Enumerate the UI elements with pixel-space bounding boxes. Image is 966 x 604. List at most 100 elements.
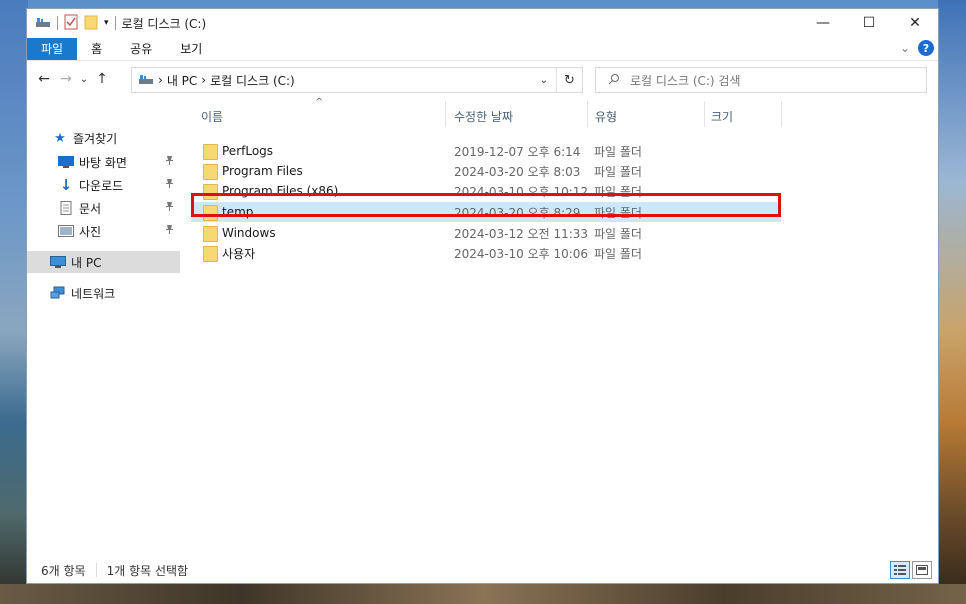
folder-icon	[203, 246, 218, 262]
sidebar-item-desktop[interactable]: 바탕 화면	[57, 151, 180, 173]
folder-icon	[203, 144, 218, 160]
column-divider[interactable]	[704, 101, 705, 127]
tab-file[interactable]: 파일	[27, 37, 78, 60]
up-button[interactable]: ↑	[91, 68, 113, 90]
sidebar-item-pictures[interactable]: 사진	[57, 220, 180, 242]
sidebar-item-quick-access[interactable]: ★ 즐겨찾기	[51, 127, 180, 149]
search-icon	[608, 73, 620, 88]
file-name: 사용자	[222, 246, 256, 261]
pin-icon[interactable]	[165, 201, 174, 215]
breadcrumb-local-disk[interactable]: 로컬 디스크 (C:)	[210, 72, 295, 89]
file-type: 파일 폴더	[594, 226, 642, 241]
desktop-wallpaper-bottom	[0, 584, 966, 604]
column-header-type[interactable]: 유형	[595, 105, 617, 127]
tab-view[interactable]: 보기	[166, 38, 216, 60]
tab-share[interactable]: 공유	[116, 38, 166, 60]
column-header-size[interactable]: 크기	[711, 105, 733, 127]
sidebar-item-label: 내 PC	[71, 255, 102, 270]
file-date: 2024-03-12 오전 11:33	[454, 226, 589, 241]
properties-icon[interactable]	[64, 14, 78, 33]
ribbon-controls: ⌄ ?	[900, 40, 934, 56]
sidebar-item-label: 네트워크	[71, 286, 116, 301]
breadcrumb-this-pc[interactable]: 내 PC	[167, 72, 197, 89]
new-folder-icon[interactable]	[84, 14, 98, 33]
status-bar: 6개 항목 1개 항목 선택함	[27, 557, 940, 583]
desktop-wallpaper-right	[938, 0, 966, 604]
folder-icon	[203, 226, 218, 242]
quick-access-toolbar: ▾	[35, 14, 116, 33]
status-divider	[95, 563, 97, 577]
expand-ribbon-icon[interactable]: ⌄	[900, 41, 910, 55]
help-icon[interactable]: ?	[918, 40, 934, 56]
pin-icon[interactable]	[165, 224, 174, 238]
computer-icon	[49, 255, 67, 269]
column-header-name[interactable]: 이름	[201, 105, 223, 127]
file-row-users[interactable]: 사용자 2024-03-10 오후 10:06 파일 폴더	[191, 243, 781, 263]
sidebar-item-label: 사진	[79, 224, 102, 239]
sidebar-item-label: 바탕 화면	[79, 155, 127, 170]
star-icon: ★	[54, 130, 66, 146]
minimize-button[interactable]: —	[800, 9, 846, 37]
desktop-icon	[57, 156, 75, 168]
file-row-perflogs[interactable]: PerfLogs 2019-12-07 오후 6:14 파일 폴더	[191, 141, 781, 161]
sort-ascending-icon: ^	[315, 97, 324, 108]
window-controls: — ☐ ✕	[800, 9, 938, 37]
file-row-program-files[interactable]: Program Files 2024-03-20 오후 8:03 파일 폴더	[191, 161, 781, 181]
sidebar-item-label: 문서	[79, 201, 102, 216]
pin-icon[interactable]	[165, 178, 174, 192]
download-icon: ↓	[59, 176, 73, 194]
sidebar-item-network[interactable]: 네트워크	[49, 282, 180, 304]
file-date: 2024-03-10 오후 10:06	[454, 246, 589, 261]
large-icons-view-button[interactable]	[912, 561, 932, 579]
search-input[interactable]: 로컬 디스크 (C:) 검색	[595, 67, 927, 93]
navigation-pane: ★ 즐겨찾기 바탕 화면 ↓ 다운로드 문서 사진 내 PC 네트워크	[27, 97, 183, 553]
details-view-button[interactable]	[890, 561, 910, 579]
folder-icon	[203, 164, 218, 180]
navigation-bar: ← → ⌄ ↑ › 내 PC › 로컬 디스크 (C:) ⌄ ↻ 로컬 디스크 …	[27, 61, 938, 97]
drive-icon	[138, 73, 154, 88]
address-bar[interactable]: › 내 PC › 로컬 디스크 (C:) ⌄ ↻	[131, 67, 583, 93]
ribbon-tabs: 파일 홈 공유 보기 ⌄ ?	[27, 37, 938, 61]
title-bar: ▾ 로컬 디스크 (C:) — ☐ ✕	[27, 9, 938, 37]
toolbar-divider	[57, 16, 58, 30]
file-name: PerfLogs	[222, 144, 274, 158]
tab-home[interactable]: 홈	[77, 38, 116, 60]
file-type: 파일 폴더	[594, 164, 642, 179]
breadcrumb-separator[interactable]: ›	[158, 73, 163, 87]
file-list: ^ 이름 수정한 날짜 유형 크기 PerfLogs 2019-12-07 오후…	[183, 97, 938, 553]
column-divider[interactable]	[781, 101, 782, 127]
window-title: 로컬 디스크 (C:)	[121, 16, 207, 31]
close-button[interactable]: ✕	[892, 9, 938, 37]
selection-count: 1개 항목 선택함	[106, 563, 189, 578]
file-name: Windows	[222, 226, 276, 240]
file-name: Program Files	[222, 164, 303, 178]
drive-icon[interactable]	[35, 16, 51, 31]
forward-button[interactable]: →	[55, 68, 77, 90]
sidebar-item-downloads[interactable]: ↓ 다운로드	[57, 174, 180, 196]
file-date: 2024-03-20 오후 8:03	[454, 164, 581, 179]
maximize-button[interactable]: ☐	[846, 9, 892, 37]
document-icon	[57, 201, 75, 215]
back-button[interactable]: ←	[33, 68, 55, 90]
breadcrumb-separator[interactable]: ›	[201, 73, 206, 87]
column-divider[interactable]	[587, 101, 588, 127]
sidebar-item-label: 다운로드	[79, 178, 124, 193]
customize-dropdown-icon[interactable]: ▾	[104, 18, 109, 28]
column-divider[interactable]	[445, 101, 446, 127]
column-header-date[interactable]: 수정한 날짜	[454, 105, 513, 127]
address-dropdown-button[interactable]: ⌄	[532, 68, 556, 92]
file-row-windows[interactable]: Windows 2024-03-12 오전 11:33 파일 폴더	[191, 223, 781, 243]
pin-icon[interactable]	[165, 155, 174, 169]
refresh-button[interactable]: ↻	[556, 68, 582, 92]
picture-icon	[57, 225, 75, 237]
view-switcher	[890, 561, 932, 579]
file-type: 파일 폴더	[594, 246, 642, 261]
sidebar-item-label: 즐겨찾기	[73, 131, 118, 146]
file-explorer-window: ▾ 로컬 디스크 (C:) — ☐ ✕ 파일 홈 공유 보기 ⌄ ? ← → ⌄…	[26, 8, 939, 584]
sidebar-item-documents[interactable]: 문서	[57, 197, 180, 219]
file-date: 2019-12-07 오후 6:14	[454, 144, 581, 159]
desktop-wallpaper-left	[0, 0, 28, 604]
sidebar-item-this-pc[interactable]: 내 PC	[27, 251, 180, 273]
recent-locations-button[interactable]: ⌄	[77, 68, 91, 90]
network-icon	[49, 286, 67, 300]
